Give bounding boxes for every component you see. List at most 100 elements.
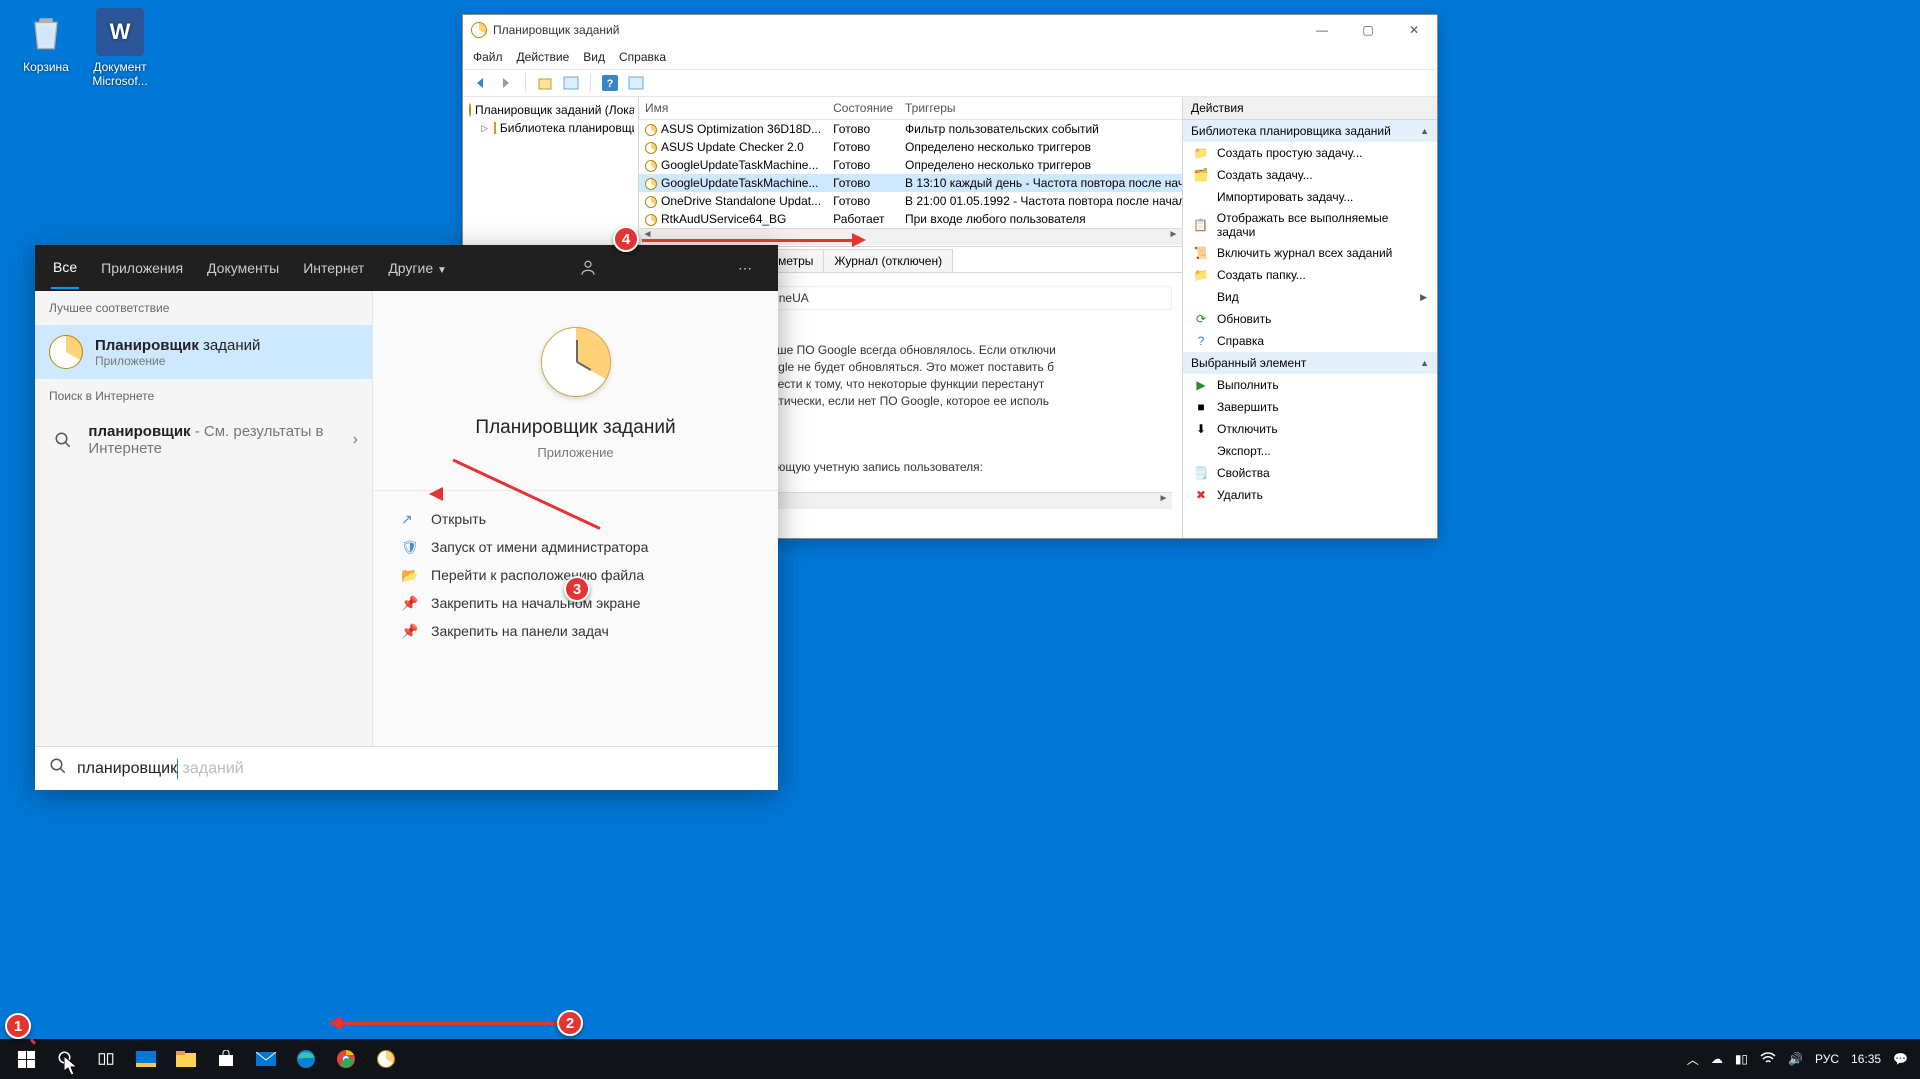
action-delete[interactable]: ✖Удалить xyxy=(1183,484,1437,506)
search-tab-web[interactable]: Интернет xyxy=(301,248,366,288)
toolbar-button[interactable] xyxy=(625,72,647,94)
taskbar-app-chrome[interactable] xyxy=(326,1039,366,1079)
action-enable-history[interactable]: 📜Включить журнал всех заданий xyxy=(1183,242,1437,264)
action-import[interactable]: Импортировать задачу... xyxy=(1183,186,1437,208)
actions-header: Действия xyxy=(1183,97,1437,120)
search-result-task-scheduler[interactable]: Планировщик заданий Приложение xyxy=(35,325,372,379)
taskbar-app-store[interactable] xyxy=(206,1039,246,1079)
search-tab-all[interactable]: Все xyxy=(51,247,79,289)
taskbar-app-taskscheduler[interactable] xyxy=(366,1039,406,1079)
annotation-2: 2 xyxy=(557,1010,583,1036)
task-icon xyxy=(645,178,657,190)
menu-help[interactable]: Справка xyxy=(619,50,666,64)
tray-chevron-icon[interactable]: ︿ xyxy=(1687,1051,1699,1068)
preview-action-runas[interactable]: 🛡Запуск от имени администратора xyxy=(401,539,750,555)
task-row[interactable]: GoogleUpdateTaskMachine...ГотовоОпределе… xyxy=(639,156,1182,174)
task-icon xyxy=(645,196,657,208)
close-button[interactable]: ✕ xyxy=(1391,15,1437,45)
more-button[interactable]: ⋯ xyxy=(728,260,762,277)
menu-action[interactable]: Действие xyxy=(517,50,570,64)
col-state[interactable]: Состояние xyxy=(827,97,899,120)
window-titlebar[interactable]: Планировщик заданий — ▢ ✕ xyxy=(463,15,1437,45)
task-icon xyxy=(645,142,657,154)
tray-wifi-icon[interactable] xyxy=(1760,1051,1776,1068)
task-icon xyxy=(645,124,657,136)
search-tab-apps[interactable]: Приложения xyxy=(99,248,185,288)
search-icon xyxy=(49,423,76,457)
action-view[interactable]: Вид▶ xyxy=(1183,286,1437,308)
toolbar-button[interactable] xyxy=(534,72,556,94)
action-properties[interactable]: 🗒️Свойства xyxy=(1183,462,1437,484)
collapse-icon[interactable]: ▲ xyxy=(1420,126,1429,136)
task-scheduler-icon xyxy=(469,103,471,117)
collapse-icon[interactable]: ▲ xyxy=(1420,358,1429,368)
maximize-button[interactable]: ▢ xyxy=(1345,15,1391,45)
action-run[interactable]: ▶Выполнить xyxy=(1183,374,1437,396)
col-triggers[interactable]: Триггеры xyxy=(899,97,1182,120)
task-row[interactable]: ASUS Optimization 36D18D...ГотовоФильтр … xyxy=(639,120,1182,139)
action-display-running[interactable]: 📋Отображать все выполняемые задачи xyxy=(1183,208,1437,242)
chevron-right-icon: ▶ xyxy=(1420,292,1427,303)
action-end[interactable]: ■Завершить xyxy=(1183,396,1437,418)
desktop-icon-label: Корзина xyxy=(8,60,84,74)
toolbar-button[interactable] xyxy=(560,72,582,94)
search-tab-docs[interactable]: Документы xyxy=(205,248,281,288)
list-icon: 📋 xyxy=(1193,217,1209,233)
desktop-icon-word[interactable]: Документ Microsof... xyxy=(82,8,158,88)
task-icon: 🗂️ xyxy=(1193,167,1209,183)
tray-notifications-icon[interactable]: 💬 xyxy=(1893,1052,1908,1066)
group-web: Поиск в Интернете xyxy=(35,379,372,413)
task-row[interactable]: ASUS Update Checker 2.0ГотовоОпределено … xyxy=(639,138,1182,156)
search-tab-more[interactable]: Другие ▼ xyxy=(386,248,449,288)
tray-language[interactable]: РУС xyxy=(1815,1052,1839,1066)
chevron-right-icon: ▷ xyxy=(481,123,490,134)
play-icon: ▶ xyxy=(1193,377,1209,393)
nav-back-button[interactable] xyxy=(469,72,491,94)
search-result-web[interactable]: планировщик - См. результаты в Интернете… xyxy=(35,413,372,467)
search-icon xyxy=(49,757,67,780)
properties-icon: 🗒️ xyxy=(1193,465,1209,481)
tree-node-root[interactable]: Планировщик заданий (Лока xyxy=(467,101,634,119)
preview-title: Планировщик заданий xyxy=(475,417,675,439)
annotation-4: 4 xyxy=(613,226,639,252)
action-refresh[interactable]: ⟳Обновить xyxy=(1183,308,1437,330)
minimize-button[interactable]: — xyxy=(1299,15,1345,45)
taskbar-app-edge[interactable] xyxy=(286,1039,326,1079)
task-icon xyxy=(645,160,657,172)
tray-clock[interactable]: 16:35 xyxy=(1851,1052,1881,1066)
action-create-basic[interactable]: 📁Создать простую задачу... xyxy=(1183,142,1437,164)
task-row[interactable]: RtkAudUService64_BGРаботаетПри входе люб… xyxy=(639,210,1182,228)
tray-volume-icon[interactable]: 🔊 xyxy=(1788,1052,1803,1066)
col-name[interactable]: Имя xyxy=(639,97,827,120)
tree-node-library[interactable]: ▷Библиотека планировщи xyxy=(467,119,634,137)
action-export[interactable]: Экспорт... xyxy=(1183,440,1437,462)
tab-log[interactable]: Журнал (отключен) xyxy=(823,249,953,272)
action-help[interactable]: ?Справка xyxy=(1183,330,1437,352)
action-create-task[interactable]: 🗂️Создать задачу... xyxy=(1183,164,1437,186)
menu-view[interactable]: Вид xyxy=(583,50,605,64)
taskbar-app-fileexplorer[interactable] xyxy=(166,1039,206,1079)
taskbar-app-mail[interactable] xyxy=(246,1039,286,1079)
tray-battery-icon[interactable]: ▮▯ xyxy=(1735,1052,1748,1066)
action-new-folder[interactable]: 📁Создать папку... xyxy=(1183,264,1437,286)
help-button[interactable]: ? xyxy=(599,72,621,94)
task-row[interactable]: OneDrive Standalone Updat...ГотовоВ 21:0… xyxy=(639,192,1182,210)
search-suggestion-ghost: заданий xyxy=(178,760,244,777)
tray-onedrive-icon[interactable]: ☁ xyxy=(1711,1052,1723,1066)
start-button[interactable] xyxy=(6,1039,46,1079)
task-icon xyxy=(645,214,657,226)
taskbar-app-explorer[interactable] xyxy=(126,1039,166,1079)
task-scheduler-icon xyxy=(471,22,487,38)
preview-action-pintaskbar[interactable]: 📌Закрепить на панели задач xyxy=(401,623,750,639)
feedback-button[interactable] xyxy=(571,259,605,277)
desktop-icon-recycle[interactable]: Корзина xyxy=(8,8,84,74)
actions-section-selected: Выбранный элемент▲ xyxy=(1183,352,1437,374)
menu-file[interactable]: Файл xyxy=(473,50,503,64)
action-disable[interactable]: ⬇Отключить xyxy=(1183,418,1437,440)
task-row[interactable]: GoogleUpdateTaskMachine...ГотовоВ 13:10 … xyxy=(639,174,1182,192)
search-input[interactable]: планировщик заданий xyxy=(35,746,778,790)
scrollbar-horizontal[interactable]: ◄► xyxy=(639,228,1182,245)
task-view-button[interactable] xyxy=(86,1039,126,1079)
system-tray: ︿ ☁ ▮▯ 🔊 РУС 16:35 💬 xyxy=(1687,1051,1914,1068)
nav-forward-button[interactable] xyxy=(495,72,517,94)
